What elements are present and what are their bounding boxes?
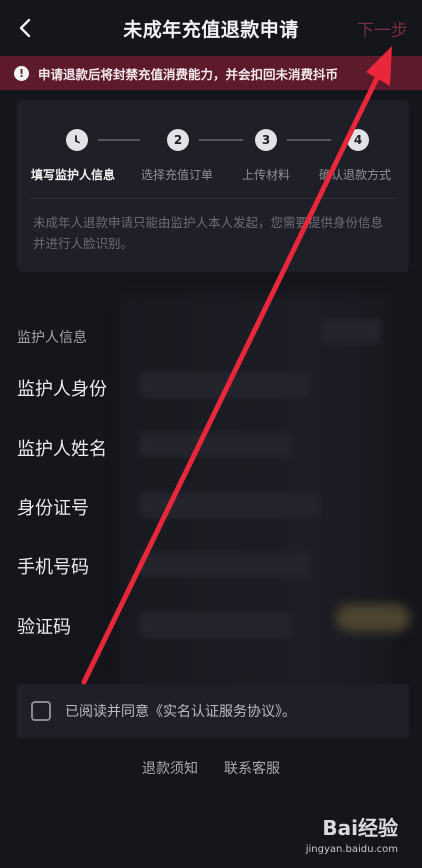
verification-code-input[interactable] bbox=[140, 612, 290, 638]
phone-number-input[interactable] bbox=[140, 552, 310, 578]
guardian-name-label: 监护人姓名 bbox=[17, 439, 107, 460]
step-2-label: 选择充值订单 bbox=[141, 168, 214, 182]
back-button[interactable] bbox=[10, 12, 42, 44]
blurred-field bbox=[320, 318, 380, 344]
get-code-button[interactable] bbox=[336, 604, 410, 632]
step-connector bbox=[287, 139, 331, 141]
agreement-row[interactable]: 已阅读并同意《实名认证服务协议》。 bbox=[17, 684, 409, 738]
steps-card: 2 3 4 填写监护人信息 选择充值订单 上传材料 确认退款方式 未成年人退款申… bbox=[17, 100, 409, 272]
id-number-label: 身份证号 bbox=[17, 498, 89, 519]
agreement-checkbox[interactable] bbox=[31, 701, 51, 721]
refund-notice-link[interactable]: 退款须知 bbox=[142, 758, 198, 778]
step-1-label: 填写监护人信息 bbox=[31, 168, 116, 182]
contact-service-link[interactable]: 联系客服 bbox=[224, 758, 280, 778]
agreement-text[interactable]: 已阅读并同意《实名认证服务协议》。 bbox=[65, 701, 296, 721]
step-connector bbox=[199, 139, 243, 141]
steps-note: 未成年人退款申请只能由监护人本人发起，您需要提供身份信息并进行人脸识别。 bbox=[33, 215, 384, 251]
warning-text: 申请退款后将封禁充值消费能力，并会扣回未消费抖币 bbox=[38, 66, 339, 82]
step-2-indicator: 2 bbox=[167, 129, 189, 151]
divider bbox=[31, 198, 395, 199]
page-title: 未成年充值退款申请 bbox=[123, 18, 299, 41]
bottom-links: 退款须知 联系客服 bbox=[0, 758, 422, 778]
chevron-left-icon bbox=[19, 18, 31, 38]
watermark-url: jingyan.baidu.com bbox=[305, 844, 398, 855]
step-4-indicator: 4 bbox=[347, 129, 369, 151]
next-step-button[interactable]: 下一步 bbox=[357, 16, 408, 41]
watermark: Bai经验 jingyan.baidu.com bbox=[278, 812, 398, 860]
clock-icon bbox=[75, 135, 80, 144]
step-4-label: 确认退款方式 bbox=[319, 168, 392, 182]
verification-code-label: 验证码 bbox=[17, 617, 71, 638]
step-3-label: 上传材料 bbox=[242, 168, 291, 182]
id-number-input[interactable] bbox=[140, 492, 320, 518]
guardian-identity-input[interactable] bbox=[140, 372, 310, 398]
alert-icon: ! bbox=[14, 65, 29, 81]
warning-banner: ! 申请退款后将封禁充值消费能力，并会扣回未消费抖币 bbox=[0, 56, 422, 90]
nav-bar: 未成年充值退款申请 下一步 bbox=[0, 0, 422, 56]
guardian-identity-label: 监护人身份 bbox=[17, 379, 107, 400]
form-section-title: 监护人信息 bbox=[17, 330, 87, 346]
step-1-indicator bbox=[66, 129, 88, 151]
phone-number-label: 手机号码 bbox=[17, 557, 89, 578]
watermark-brand: Bai经验 bbox=[322, 816, 398, 840]
step-connector bbox=[98, 139, 140, 141]
guardian-name-input[interactable] bbox=[140, 432, 290, 458]
step-3-indicator: 3 bbox=[255, 129, 277, 151]
